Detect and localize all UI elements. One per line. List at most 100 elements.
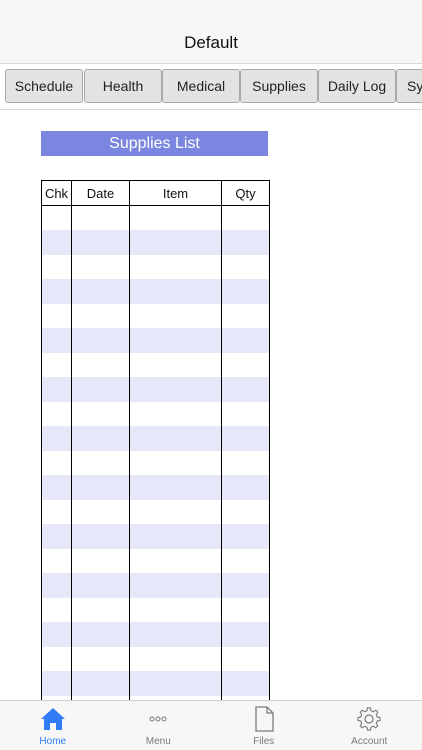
table-row[interactable] (41, 597, 270, 622)
qty-cell[interactable] (221, 401, 270, 426)
qty-cell[interactable] (221, 426, 270, 451)
item-cell[interactable] (129, 622, 222, 647)
date-cell[interactable] (71, 475, 130, 500)
item-cell[interactable] (129, 597, 222, 622)
chk-cell[interactable] (41, 475, 72, 500)
tab-bar-account[interactable]: Account (317, 701, 422, 750)
item-cell[interactable] (129, 573, 222, 598)
qty-cell[interactable] (221, 352, 270, 377)
date-cell[interactable] (71, 597, 130, 622)
table-row[interactable] (41, 622, 270, 647)
table-row[interactable] (41, 671, 270, 696)
date-cell[interactable] (71, 352, 130, 377)
date-cell[interactable] (71, 426, 130, 451)
chk-cell[interactable] (41, 279, 72, 304)
qty-cell[interactable] (221, 328, 270, 353)
table-row[interactable] (41, 352, 270, 377)
qty-cell[interactable] (221, 254, 270, 279)
chk-cell[interactable] (41, 205, 72, 230)
table-row[interactable] (41, 377, 270, 402)
table-row[interactable] (41, 573, 270, 598)
chk-cell[interactable] (41, 450, 72, 475)
chk-cell[interactable] (41, 622, 72, 647)
item-cell[interactable] (129, 548, 222, 573)
chk-cell[interactable] (41, 426, 72, 451)
chk-cell[interactable] (41, 401, 72, 426)
chk-cell[interactable] (41, 377, 72, 402)
tab-sy[interactable]: Sy (396, 69, 422, 103)
date-cell[interactable] (71, 524, 130, 549)
table-row[interactable] (41, 254, 270, 279)
table-row[interactable] (41, 475, 270, 500)
item-cell[interactable] (129, 475, 222, 500)
chk-cell[interactable] (41, 499, 72, 524)
qty-cell[interactable] (221, 475, 270, 500)
item-cell[interactable] (129, 254, 222, 279)
tab-supplies[interactable]: Supplies (240, 69, 318, 103)
qty-cell[interactable] (221, 205, 270, 230)
date-cell[interactable] (71, 328, 130, 353)
qty-cell[interactable] (221, 450, 270, 475)
item-cell[interactable] (129, 230, 222, 255)
qty-cell[interactable] (221, 230, 270, 255)
chk-cell[interactable] (41, 573, 72, 598)
chk-cell[interactable] (41, 328, 72, 353)
chk-cell[interactable] (41, 254, 72, 279)
qty-cell[interactable] (221, 622, 270, 647)
tab-bar-home[interactable]: Home (0, 701, 106, 750)
item-cell[interactable] (129, 377, 222, 402)
chk-cell[interactable] (41, 303, 72, 328)
table-row[interactable] (41, 499, 270, 524)
date-cell[interactable] (71, 303, 130, 328)
date-cell[interactable] (71, 622, 130, 647)
qty-cell[interactable] (221, 303, 270, 328)
item-cell[interactable] (129, 328, 222, 353)
date-cell[interactable] (71, 573, 130, 598)
date-cell[interactable] (71, 377, 130, 402)
table-row[interactable] (41, 205, 270, 230)
tab-schedule[interactable]: Schedule (5, 69, 83, 103)
qty-cell[interactable] (221, 499, 270, 524)
chk-cell[interactable] (41, 671, 72, 696)
tab-daily-log[interactable]: Daily Log (318, 69, 396, 103)
item-cell[interactable] (129, 671, 222, 696)
qty-cell[interactable] (221, 597, 270, 622)
date-cell[interactable] (71, 548, 130, 573)
date-cell[interactable] (71, 450, 130, 475)
chk-cell[interactable] (41, 597, 72, 622)
chk-cell[interactable] (41, 646, 72, 671)
date-cell[interactable] (71, 205, 130, 230)
item-cell[interactable] (129, 303, 222, 328)
item-cell[interactable] (129, 352, 222, 377)
item-cell[interactable] (129, 205, 222, 230)
table-row[interactable] (41, 426, 270, 451)
qty-cell[interactable] (221, 377, 270, 402)
item-cell[interactable] (129, 524, 222, 549)
qty-cell[interactable] (221, 646, 270, 671)
item-cell[interactable] (129, 499, 222, 524)
date-cell[interactable] (71, 671, 130, 696)
table-row[interactable] (41, 328, 270, 353)
item-cell[interactable] (129, 450, 222, 475)
date-cell[interactable] (71, 279, 130, 304)
date-cell[interactable] (71, 646, 130, 671)
table-row[interactable] (41, 303, 270, 328)
table-row[interactable] (41, 646, 270, 671)
chk-cell[interactable] (41, 548, 72, 573)
tab-bar-files[interactable]: Files (211, 701, 317, 750)
date-cell[interactable] (71, 401, 130, 426)
item-cell[interactable] (129, 279, 222, 304)
table-row[interactable] (41, 548, 270, 573)
table-row[interactable] (41, 524, 270, 549)
date-cell[interactable] (71, 254, 130, 279)
item-cell[interactable] (129, 426, 222, 451)
chk-cell[interactable] (41, 352, 72, 377)
table-row[interactable] (41, 230, 270, 255)
qty-cell[interactable] (221, 671, 270, 696)
date-cell[interactable] (71, 230, 130, 255)
tab-medical[interactable]: Medical (162, 69, 240, 103)
qty-cell[interactable] (221, 279, 270, 304)
qty-cell[interactable] (221, 548, 270, 573)
section-tabs[interactable]: Schedule Health Medical Supplies Daily L… (0, 64, 422, 110)
table-row[interactable] (41, 401, 270, 426)
